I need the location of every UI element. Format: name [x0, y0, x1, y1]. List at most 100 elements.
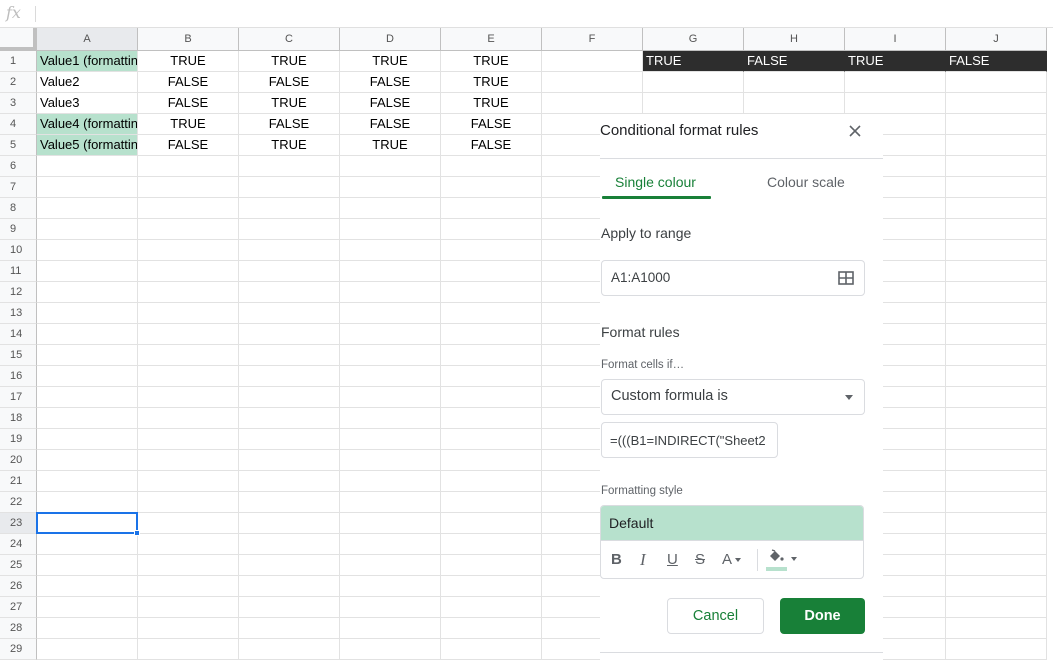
cell-c13[interactable] [239, 303, 340, 324]
cell-a10[interactable] [37, 240, 138, 261]
cell-a13[interactable] [37, 303, 138, 324]
cell-e6[interactable] [441, 156, 542, 177]
cell-f1[interactable] [542, 51, 643, 72]
cell-b18[interactable] [138, 408, 239, 429]
row-header-23[interactable]: 23 [0, 513, 37, 534]
cell-i1[interactable]: TRUE [845, 51, 946, 72]
cell-c27[interactable] [239, 597, 340, 618]
cell-e14[interactable] [441, 324, 542, 345]
cell-j27[interactable] [946, 597, 1047, 618]
row-header-17[interactable]: 17 [0, 387, 37, 408]
italic-icon[interactable]: I [640, 551, 646, 569]
cell-a18[interactable] [37, 408, 138, 429]
cell-e29[interactable] [441, 639, 542, 660]
cell-d10[interactable] [340, 240, 441, 261]
cell-d5[interactable]: TRUE [340, 135, 441, 156]
cell-c21[interactable] [239, 471, 340, 492]
cell-j14[interactable] [946, 324, 1047, 345]
cell-a15[interactable] [37, 345, 138, 366]
cell-d21[interactable] [340, 471, 441, 492]
cell-d24[interactable] [340, 534, 441, 555]
cell-b10[interactable] [138, 240, 239, 261]
cell-j25[interactable] [946, 555, 1047, 576]
cell-b16[interactable] [138, 366, 239, 387]
cell-e17[interactable] [441, 387, 542, 408]
cell-j29[interactable] [946, 639, 1047, 660]
row-header-22[interactable]: 22 [0, 492, 37, 513]
cell-g3[interactable] [643, 93, 744, 114]
cell-a5[interactable]: Value5 (formatting) [37, 135, 138, 156]
cell-b2[interactable]: FALSE [138, 72, 239, 93]
column-header-h[interactable]: H [744, 28, 845, 51]
cell-c11[interactable] [239, 261, 340, 282]
cell-a22[interactable] [37, 492, 138, 513]
cell-j10[interactable] [946, 240, 1047, 261]
row-header-18[interactable]: 18 [0, 408, 37, 429]
cell-c25[interactable] [239, 555, 340, 576]
cell-a25[interactable] [37, 555, 138, 576]
style-preview-dropdown[interactable]: Default [601, 506, 863, 541]
done-button[interactable]: Done [780, 598, 865, 634]
cell-a8[interactable] [37, 198, 138, 219]
cell-g1[interactable]: TRUE [643, 51, 744, 72]
cell-e19[interactable] [441, 429, 542, 450]
row-header-9[interactable]: 9 [0, 219, 37, 240]
cell-a20[interactable] [37, 450, 138, 471]
cell-j26[interactable] [946, 576, 1047, 597]
cell-j22[interactable] [946, 492, 1047, 513]
cell-a1[interactable]: Value1 (formatting) [37, 51, 138, 72]
cell-e9[interactable] [441, 219, 542, 240]
row-header-6[interactable]: 6 [0, 156, 37, 177]
cell-b21[interactable] [138, 471, 239, 492]
cell-j28[interactable] [946, 618, 1047, 639]
cell-j11[interactable] [946, 261, 1047, 282]
cell-d19[interactable] [340, 429, 441, 450]
cell-e13[interactable] [441, 303, 542, 324]
column-header-i[interactable]: I [845, 28, 946, 51]
cell-e1[interactable]: TRUE [441, 51, 542, 72]
cell-b26[interactable] [138, 576, 239, 597]
underline-icon[interactable]: U [667, 551, 678, 569]
cell-d9[interactable] [340, 219, 441, 240]
bold-icon[interactable]: B [611, 551, 622, 569]
cell-d26[interactable] [340, 576, 441, 597]
cell-a23[interactable] [37, 513, 138, 534]
cell-j6[interactable] [946, 156, 1047, 177]
cell-e10[interactable] [441, 240, 542, 261]
cell-d4[interactable]: FALSE [340, 114, 441, 135]
fill-handle[interactable] [134, 530, 140, 536]
cell-a11[interactable] [37, 261, 138, 282]
row-header-26[interactable]: 26 [0, 576, 37, 597]
cell-b14[interactable] [138, 324, 239, 345]
cell-a3[interactable]: Value3 [37, 93, 138, 114]
cell-j5[interactable] [946, 135, 1047, 156]
cell-c17[interactable] [239, 387, 340, 408]
cell-b27[interactable] [138, 597, 239, 618]
cell-c16[interactable] [239, 366, 340, 387]
cell-e21[interactable] [441, 471, 542, 492]
column-header-j[interactable]: J [946, 28, 1047, 51]
cell-d12[interactable] [340, 282, 441, 303]
cell-d27[interactable] [340, 597, 441, 618]
cell-a4[interactable]: Value4 (formatting) [37, 114, 138, 135]
cell-j24[interactable] [946, 534, 1047, 555]
cell-h2[interactable] [744, 72, 845, 93]
cell-d28[interactable] [340, 618, 441, 639]
cell-c24[interactable] [239, 534, 340, 555]
strikethrough-icon[interactable]: S [695, 551, 705, 569]
cell-j4[interactable] [946, 114, 1047, 135]
cell-c5[interactable]: TRUE [239, 135, 340, 156]
cell-h3[interactable] [744, 93, 845, 114]
cell-h1[interactable]: FALSE [744, 51, 845, 72]
cell-j13[interactable] [946, 303, 1047, 324]
cell-b13[interactable] [138, 303, 239, 324]
cell-e22[interactable] [441, 492, 542, 513]
cell-e26[interactable] [441, 576, 542, 597]
cell-e18[interactable] [441, 408, 542, 429]
cell-a29[interactable] [37, 639, 138, 660]
cell-f2[interactable] [542, 72, 643, 93]
cell-c22[interactable] [239, 492, 340, 513]
fill-color-button[interactable] [766, 549, 800, 573]
cell-a7[interactable] [37, 177, 138, 198]
row-header-15[interactable]: 15 [0, 345, 37, 366]
